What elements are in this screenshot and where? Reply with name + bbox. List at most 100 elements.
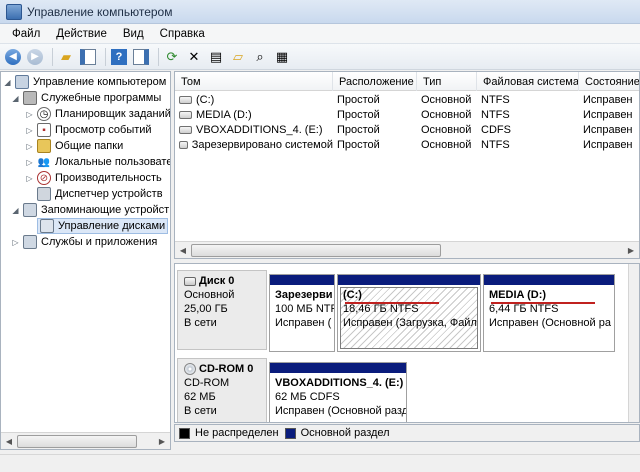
- open-button[interactable]: ▱: [229, 48, 247, 66]
- scrollbar-thumb[interactable]: [191, 243, 441, 257]
- volume-status: Исправен: [583, 108, 633, 121]
- legend-label: Не распределен: [195, 427, 279, 439]
- tree-item-device-manager[interactable]: Диспетчер устройств: [37, 186, 163, 202]
- tree-label: Службы и приложения: [41, 236, 158, 248]
- table-row[interactable]: VBOXADDITIONS_4. (E:) Простой Основной C…: [175, 122, 639, 137]
- column-header-type[interactable]: Тип: [417, 72, 477, 91]
- volume-list-horizontal-scrollbar[interactable]: ◀ ▶: [175, 241, 639, 258]
- tree-item-task-scheduler[interactable]: ▷ ◷ Планировщик заданий: [25, 106, 170, 122]
- toolbar-separator: [52, 47, 53, 66]
- clock-icon: ◷: [37, 107, 51, 121]
- scroll-right-icon[interactable]: ▶: [623, 243, 639, 258]
- drive-icon: [179, 95, 192, 104]
- partition-name: VBOXADDITIONS_4. (E:): [275, 377, 404, 389]
- column-header-file-system[interactable]: Файловая система: [477, 72, 579, 91]
- column-header-volume[interactable]: Том: [175, 72, 333, 91]
- tools-icon: [23, 91, 37, 105]
- cd-drive-icon: [179, 125, 192, 134]
- column-header-status[interactable]: Состояние: [579, 72, 639, 91]
- tree-item-system-tools[interactable]: ◢ Служебные программы: [11, 90, 161, 106]
- volume-layout: Простой: [337, 138, 380, 151]
- search-icon: ⌕: [256, 48, 264, 64]
- scrollbar-thumb[interactable]: [17, 434, 137, 448]
- expand-icon: ▷: [26, 141, 33, 151]
- up-folder-button[interactable]: ▰: [57, 48, 75, 66]
- refresh-button[interactable]: ⟳: [163, 48, 181, 66]
- volume-status: Исправен: [583, 93, 633, 106]
- scroll-right-icon[interactable]: ▶: [154, 434, 170, 449]
- tree-label: Запоминающие устройст: [41, 204, 170, 216]
- computer-management-icon: [6, 3, 22, 20]
- open-folder-icon: ▱: [233, 48, 243, 64]
- partition-media-d[interactable]: MEDIA (D:) 6,44 ГБ NTFS Исправен (Основн…: [483, 274, 615, 352]
- forward-button[interactable]: ▶: [26, 48, 44, 66]
- properties-button[interactable]: ▤: [207, 48, 225, 66]
- legend-unallocated: Не распределен: [179, 427, 279, 439]
- toolbar: ◀ ▶ ▰ ? ⟳ ✕ ▤ ▱ ⌕ ▦: [0, 44, 640, 70]
- scroll-left-icon[interactable]: ◀: [1, 434, 17, 449]
- device-manager-icon: [37, 187, 51, 201]
- partition-status: Исправен (Загрузка, Файл п: [343, 317, 481, 329]
- menu-action[interactable]: Действие: [48, 28, 115, 40]
- collapse-icon: ◢: [12, 205, 19, 215]
- delete-button[interactable]: ✕: [185, 48, 203, 66]
- volume-type: Основной: [421, 93, 472, 106]
- menu-help[interactable]: Справка: [152, 28, 213, 40]
- table-row[interactable]: Зарезервировано системой Простой Основно…: [175, 137, 639, 152]
- tree-label: Управление дисками: [58, 220, 166, 232]
- cdrom-0-name: CD-ROM 0: [199, 363, 254, 375]
- search-button[interactable]: ⌕: [251, 48, 269, 66]
- window-title: Управление компьютером: [27, 4, 173, 19]
- expand-icon: ▷: [26, 109, 33, 119]
- volume-status: Исправен: [583, 123, 633, 136]
- collapse-icon: ◢: [4, 77, 11, 87]
- rescan-button[interactable]: ▦: [273, 48, 291, 66]
- tree-item-disk-management[interactable]: Управление дисками: [37, 218, 169, 234]
- tree-item-computer-management[interactable]: ◢ Управление компьютером (л: [3, 74, 170, 90]
- expand-icon: ▷: [26, 157, 33, 167]
- partition-c[interactable]: (C:) 18,46 ГБ NTFS Исправен (Загрузка, Ф…: [337, 274, 481, 352]
- action-pane-button[interactable]: [132, 48, 150, 66]
- unallocated-swatch: [179, 427, 190, 439]
- cdrom-0-label[interactable]: CD-ROM 0 CD-ROM 62 МБ В сети: [177, 358, 267, 422]
- partition-vboxadditions-e[interactable]: VBOXADDITIONS_4. (E:) 62 МБ CDFS Исправе…: [269, 362, 407, 422]
- volume-file-system: NTFS: [481, 108, 510, 121]
- menu-file[interactable]: Файл: [4, 28, 48, 40]
- disk-0-status: В сети: [184, 317, 217, 329]
- tree-item-event-viewer[interactable]: ▷ ▪ Просмотр событий: [25, 122, 152, 138]
- volume-layout: Простой: [337, 93, 380, 106]
- tree-horizontal-scrollbar[interactable]: ◀ ▶: [1, 432, 170, 449]
- users-icon: 👥: [37, 156, 51, 168]
- partition-size: 100 МБ NTF: [275, 303, 335, 315]
- collapse-icon: ◢: [12, 93, 19, 103]
- tree-item-services[interactable]: ▷ Службы и приложения: [11, 234, 157, 250]
- volume-file-system: NTFS: [481, 138, 510, 151]
- volume-name: (C:): [196, 93, 215, 106]
- disk-view-vertical-scrollbar[interactable]: [628, 264, 639, 422]
- event-viewer-icon: ▪: [37, 123, 51, 137]
- action-pane-icon: [133, 48, 149, 65]
- tree-item-local-users[interactable]: ▷ 👥 Локальные пользовате: [25, 154, 170, 170]
- disk-0-label[interactable]: Диск 0 Основной 25,00 ГБ В сети: [177, 270, 267, 350]
- tree-label: Общие папки: [55, 140, 124, 152]
- scroll-left-icon[interactable]: ◀: [175, 243, 191, 258]
- back-arrow-icon: ◀: [5, 48, 21, 65]
- volume-layout: Простой: [337, 123, 380, 136]
- table-row[interactable]: MEDIA (D:) Простой Основной NTFS Исправе…: [175, 107, 639, 122]
- partition-reserved[interactable]: Зарезерви 100 МБ NTF Исправен (: [269, 274, 335, 352]
- tree-item-storage[interactable]: ◢ Запоминающие устройст: [11, 202, 169, 218]
- cdrom-0-type: CD-ROM: [184, 377, 230, 389]
- toolbar-separator: [105, 47, 106, 66]
- tree-item-performance[interactable]: ▷ ⊘ Производительность: [25, 170, 162, 186]
- table-row[interactable]: (C:) Простой Основной NTFS Исправен: [175, 92, 639, 107]
- back-button[interactable]: ◀: [4, 48, 22, 66]
- menu-view[interactable]: Вид: [115, 28, 152, 40]
- disk-management-icon: [40, 219, 54, 233]
- partition-size: 18,46 ГБ NTFS: [343, 303, 419, 315]
- help-button[interactable]: ?: [110, 48, 128, 66]
- column-header-layout[interactable]: Расположение: [333, 72, 417, 91]
- red-underline-d: [491, 302, 595, 304]
- partition-status: Исправен (Основной ра: [489, 317, 611, 329]
- tree-item-shared-folders[interactable]: ▷ Общие папки: [25, 138, 123, 154]
- show-hide-tree-button[interactable]: [79, 48, 97, 66]
